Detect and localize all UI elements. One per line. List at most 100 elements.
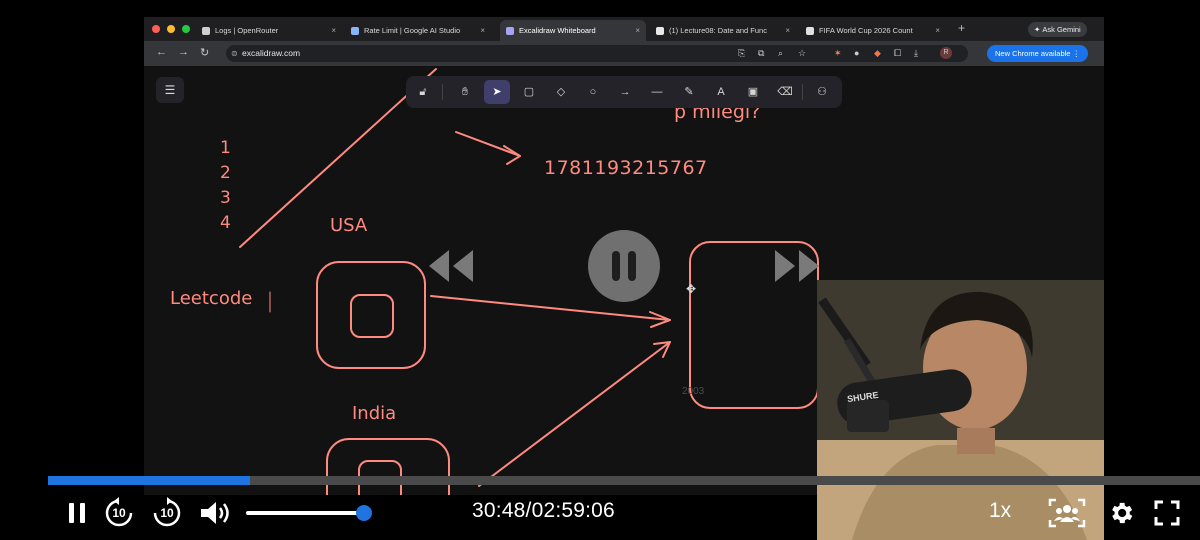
lock-icon: 🔓︎ (419, 86, 427, 98)
more-tools-icon: ⚇ (817, 86, 827, 98)
browser-tab-title: FIFA World Cup 2026 Count (819, 26, 913, 35)
install-app-icon: ⎘ (738, 48, 746, 58)
notion-icon (656, 26, 664, 35)
browser-tab-title: (1) Lecture08: Date and Func (669, 26, 767, 35)
excalidraw-menu-button: ☰ (156, 77, 184, 103)
pause-icon (69, 503, 85, 523)
extension-icon: ● (854, 48, 860, 58)
text-icon: A (717, 86, 725, 98)
seek-bar-progress (48, 476, 250, 485)
volume-slider[interactable] (246, 505, 372, 521)
id-number-text: 1781193215767 (544, 157, 708, 179)
address-bar-url: excalidraw.com (242, 48, 301, 58)
downloads-icon: ⤓ (914, 48, 918, 58)
browser-tab: FIFA World Cup 2026 Count × (800, 20, 946, 41)
india-arrow (478, 341, 671, 487)
center-pause-button[interactable] (588, 230, 660, 302)
chrome-update-label: New Chrome available (995, 49, 1071, 58)
line-icon: — (651, 86, 663, 98)
chrome-update-button: New Chrome available ⋮ (987, 45, 1089, 62)
fullscreen-icon (1154, 500, 1180, 526)
number-list-item: 4 (220, 213, 231, 233)
number-list-item: 3 (220, 188, 231, 208)
number-list-item: 1 (220, 138, 231, 158)
forward-icon: → (178, 46, 189, 58)
toolbar-divider (442, 84, 443, 100)
close-tab-icon: × (480, 26, 485, 35)
skip-back-button[interactable]: 10 (103, 497, 135, 529)
india-outer-box (326, 438, 450, 495)
gear-icon (1112, 502, 1133, 524)
number-list: 1 2 3 4 (220, 136, 231, 236)
usa-label: USA (330, 215, 368, 236)
fullscreen-button[interactable] (1152, 498, 1182, 528)
volume-button[interactable] (199, 499, 235, 527)
excalidraw-icon (506, 26, 514, 35)
extension-icon: ◆ (874, 48, 881, 58)
faint-code-text: 2003 (682, 386, 705, 397)
selection-icon: ➤ (484, 80, 510, 104)
extension-icon: ✶ (834, 48, 842, 58)
fifa-icon (806, 26, 814, 35)
new-tab-button: + (958, 21, 966, 35)
settings-button[interactable] (1106, 498, 1136, 528)
usa-inner-box (350, 294, 394, 338)
cast-icon: ⧉ (758, 48, 765, 58)
number-list-item: 2 (220, 163, 231, 183)
diamond-icon: ◇ (556, 86, 566, 98)
browser-tab-title: Excalidraw Whiteboard (519, 26, 596, 35)
volume-slider-handle[interactable] (356, 505, 372, 521)
time-display: 30:48/02:59:06 (472, 499, 615, 522)
india-label: India (352, 403, 397, 424)
browser-tab: Excalidraw Whiteboard × (500, 20, 646, 41)
rectangle-icon: ▢ (523, 86, 535, 98)
ask-gemini-label: Ask Gemini (1042, 25, 1081, 34)
close-tab-icon: × (785, 26, 790, 35)
ask-gemini-button: ✦ Ask Gemini (1028, 22, 1087, 37)
seek-bar[interactable] (48, 476, 1200, 485)
profile-avatar: R (940, 47, 952, 59)
site-info-icon: ⊜ (231, 49, 238, 58)
skip-back-seconds: 10 (112, 506, 126, 520)
pause-button[interactable] (62, 498, 92, 528)
ellipse-icon: ○ (589, 86, 597, 98)
extensions-puzzle-icon: ⧠ (894, 48, 902, 58)
browser-tab-title: Rate Limit | Google AI Studio (364, 26, 461, 35)
browser-tab-strip: Logs | OpenRouter × Rate Limit | Google AI… (144, 17, 1104, 41)
move-cursor-icon: ✥ (686, 282, 697, 296)
minimize-window-dot (167, 25, 175, 33)
browser-tab-title: Logs | OpenRouter (215, 26, 279, 35)
arrow-to-id (455, 131, 521, 157)
pause-icon (612, 251, 636, 281)
openrouter-icon (202, 26, 210, 35)
browser-tab: Rate Limit | Google AI Studio × (345, 20, 491, 41)
close-tab-icon: × (935, 26, 940, 35)
skip-forward-seconds: 10 (160, 506, 174, 520)
close-tab-icon: × (331, 26, 336, 35)
participants-icon (1048, 498, 1086, 528)
volume-icon (201, 502, 229, 524)
leetcode-text: Leetcode (170, 288, 253, 309)
bookmark-star-icon: ☆ (798, 48, 807, 58)
ai-studio-icon (351, 26, 359, 35)
browser-tab: Logs | OpenRouter × (196, 20, 342, 41)
rewind-icon (429, 250, 473, 282)
hand-icon: ✋︎ (461, 86, 469, 98)
close-tab-icon: × (635, 26, 640, 35)
rewind-button[interactable] (424, 248, 476, 284)
participants-button[interactable] (1048, 497, 1086, 529)
fast-forward-button[interactable] (772, 248, 824, 284)
eraser-icon: ⌫ (777, 86, 793, 98)
skip-forward-button[interactable]: 10 (151, 497, 183, 529)
browser-toolbar: ← → ↻ ⊜ excalidraw.com ⎘ ⧉ ⌕ ☆ ✶ ● ◆ ⧠ ⤓… (144, 41, 1104, 66)
arrow-icon: → (619, 86, 631, 98)
browser-tab: (1) Lecture08: Date and Func × (650, 20, 796, 41)
close-window-dot (152, 25, 160, 33)
playback-speed-button[interactable]: 1x (989, 499, 1011, 523)
toolbar-divider (802, 84, 803, 100)
image-icon: ▣ (747, 86, 759, 98)
zoom-icon: ⌕ (778, 48, 784, 58)
excalidraw-toolbar: 🔓︎ ✋︎ ➤ ▢ ◇ ○ → — ✎ A ▣ ⌫ ⚇ (406, 76, 842, 108)
back-icon: ← (156, 46, 167, 58)
pencil-icon: ✎ (684, 86, 694, 98)
